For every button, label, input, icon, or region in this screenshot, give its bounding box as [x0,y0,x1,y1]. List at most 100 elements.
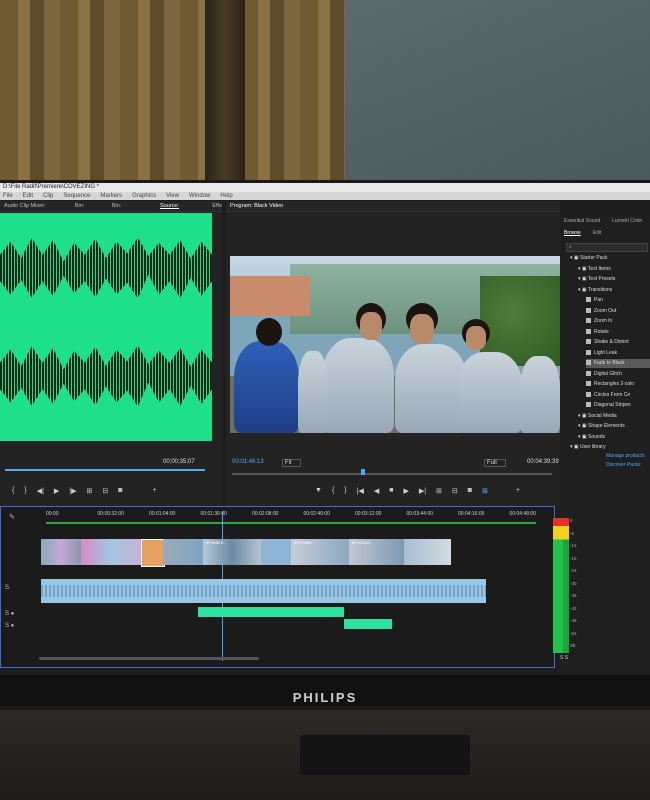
track-mic-icon[interactable]: S ● [5,623,14,629]
menu-markers[interactable]: Markers [100,192,122,200]
tree-item-label: Circles From Ce [594,391,631,398]
program-playhead-icon[interactable] [361,469,365,475]
step-back-icon[interactable]: ◀| [37,487,44,495]
curtain-fold [205,0,245,190]
tab-lumetri-color[interactable]: Lumetri Color [612,216,642,226]
quality-dropdown[interactable]: Full [484,459,506,467]
clip-label: 6FVA5C5... [206,540,227,545]
tree-item[interactable]: Circles From Ce [586,391,630,400]
play-icon[interactable]: ▶ [54,487,59,495]
video-clip[interactable] [41,539,81,565]
tab-audio-mixer[interactable]: Audio Clip Mixer: Sony L1 3 [4,201,59,219]
tab-bin-covezing[interactable]: Bin: COVEZING [112,201,144,219]
menu-graphics[interactable]: Graphics [132,192,156,200]
mark-out-icon[interactable]: } [344,487,346,495]
menu-sequence[interactable]: Sequence [63,192,90,200]
tree-item[interactable]: Light Leak [586,349,617,358]
menu-clip[interactable]: Clip [43,192,53,200]
tree-item[interactable]: ▾ ▣ Text Items [578,265,611,274]
tab-edit[interactable]: Edit [593,228,602,238]
meter-solo-buttons[interactable]: S S [560,655,568,661]
monitor-brand: PHILIPS [292,690,358,705]
meter-scale-label: -36 [570,593,577,598]
manage-products-link[interactable]: Manage products [606,453,645,459]
step-forward-icon[interactable]: ▶ [403,487,408,495]
step-forward-icon[interactable]: |▶ [69,487,76,495]
tab-browse[interactable]: Browse [564,228,581,238]
fit-dropdown[interactable]: Fit [282,459,301,467]
menu-window[interactable]: Window [189,192,210,200]
tree-item[interactable]: Rectangles 2-colo [586,380,634,389]
tree-item[interactable]: Digital Glitch [586,370,622,379]
tab-essential-sound[interactable]: Essential Sound [564,216,600,226]
track-mic-icon[interactable]: S ● [5,611,14,617]
video-clip[interactable] [141,539,165,567]
tree-item[interactable]: Shake & Distort [586,338,629,347]
mark-in-icon[interactable]: { [12,487,14,495]
step-back-icon[interactable]: ◀ [374,487,379,495]
meter-scale-label: -6 [570,530,575,536]
tree-item[interactable]: Zoom Out [586,307,616,316]
tree-item[interactable]: ▾ ▣ Social Media [578,412,617,421]
premiere-window: D:\File Radif\Premiere\COVEZING * File E… [0,183,650,675]
timeline-scroll[interactable] [39,657,259,660]
video-clip[interactable] [261,539,291,565]
tree-item[interactable]: ▾ ▣ Sounds [578,433,605,442]
essential-search-input[interactable]: ⌕ [566,243,648,252]
add-button-icon[interactable]: + [152,487,156,495]
tree-item[interactable]: Diagonal Stripes [586,401,631,410]
wrench-icon[interactable]: ✎ [9,513,15,521]
menu-view[interactable]: View [166,192,179,200]
menu-help[interactable]: Help [220,192,232,200]
stop-icon[interactable]: ■ [389,487,393,495]
tree-item[interactable]: Pan [586,296,603,305]
work-area-bar[interactable] [46,522,536,524]
video-clip[interactable]: 6FVA5C5... [203,539,261,565]
chevron-down-icon: ▾ ▣ [578,433,589,440]
menu-edit[interactable]: Edit [23,192,33,200]
camera-icon[interactable]: ◙ [118,487,122,495]
overwrite-icon[interactable]: ⊟ [102,487,108,495]
audio-clip-green[interactable] [344,619,392,629]
discover-packs-link[interactable]: Discover Packs [606,462,640,468]
go-to-out-icon[interactable]: ▶| [419,487,426,495]
tree-item[interactable]: Zoom In [586,317,612,326]
marker-icon[interactable]: ▼ [315,487,322,495]
tree-item[interactable]: ▾ ▣ Transitions [578,286,612,295]
menu-file[interactable]: File [3,192,13,200]
tree-item-label: Starter Pack [580,255,608,261]
video-clip[interactable] [163,539,203,565]
camera-icon[interactable]: ◙ [468,487,472,495]
add-button-icon[interactable]: + [516,487,520,495]
track-lock-icon[interactable]: S [5,585,9,591]
tree-item[interactable]: ▾ ▣ User library [570,443,606,452]
tree-item[interactable]: ▾ ▣ Text Presets [578,275,615,284]
wall-background [345,0,650,195]
mark-out-icon[interactable]: } [24,487,26,495]
tab-bin-drone[interactable]: Bin: Drone [75,201,96,219]
video-clip[interactable] [404,539,451,565]
video-clip[interactable] [81,539,141,565]
tree-item[interactable]: Rotate [586,328,609,337]
vr-icon[interactable]: ⊠ [482,487,488,495]
insert-icon[interactable]: ⊞ [86,487,92,495]
meter-scale-label: dB [570,643,576,648]
audio-clip-green[interactable] [198,607,344,617]
tree-item[interactable]: Fade to Black [586,359,650,368]
go-to-in-icon[interactable]: |◀ [357,487,364,495]
program-title[interactable]: Program: Black Video [230,201,283,211]
tab-source[interactable]: Source: drone.aac [160,201,196,219]
extract-icon[interactable]: ⊟ [452,487,458,495]
chevron-down-icon: ▾ ▣ [578,286,588,293]
source-scrubber[interactable] [5,469,205,471]
video-clip[interactable]: 6FVC6A0... [349,539,404,565]
tab-effects[interactable]: Effe [212,201,222,211]
program-scrubber[interactable] [232,473,552,475]
lift-icon[interactable]: ⊞ [436,487,442,495]
meter-scale-label: -24 [570,568,577,573]
waveform-channel-2 [0,345,212,407]
mark-in-icon[interactable]: { [332,487,334,495]
tree-item[interactable]: ▾ ▣ Starter Pack [570,254,608,263]
video-clip[interactable]: 6FVC8A0... [291,539,349,565]
tree-item[interactable]: ▾ ▣ Shape Elements [578,422,625,431]
